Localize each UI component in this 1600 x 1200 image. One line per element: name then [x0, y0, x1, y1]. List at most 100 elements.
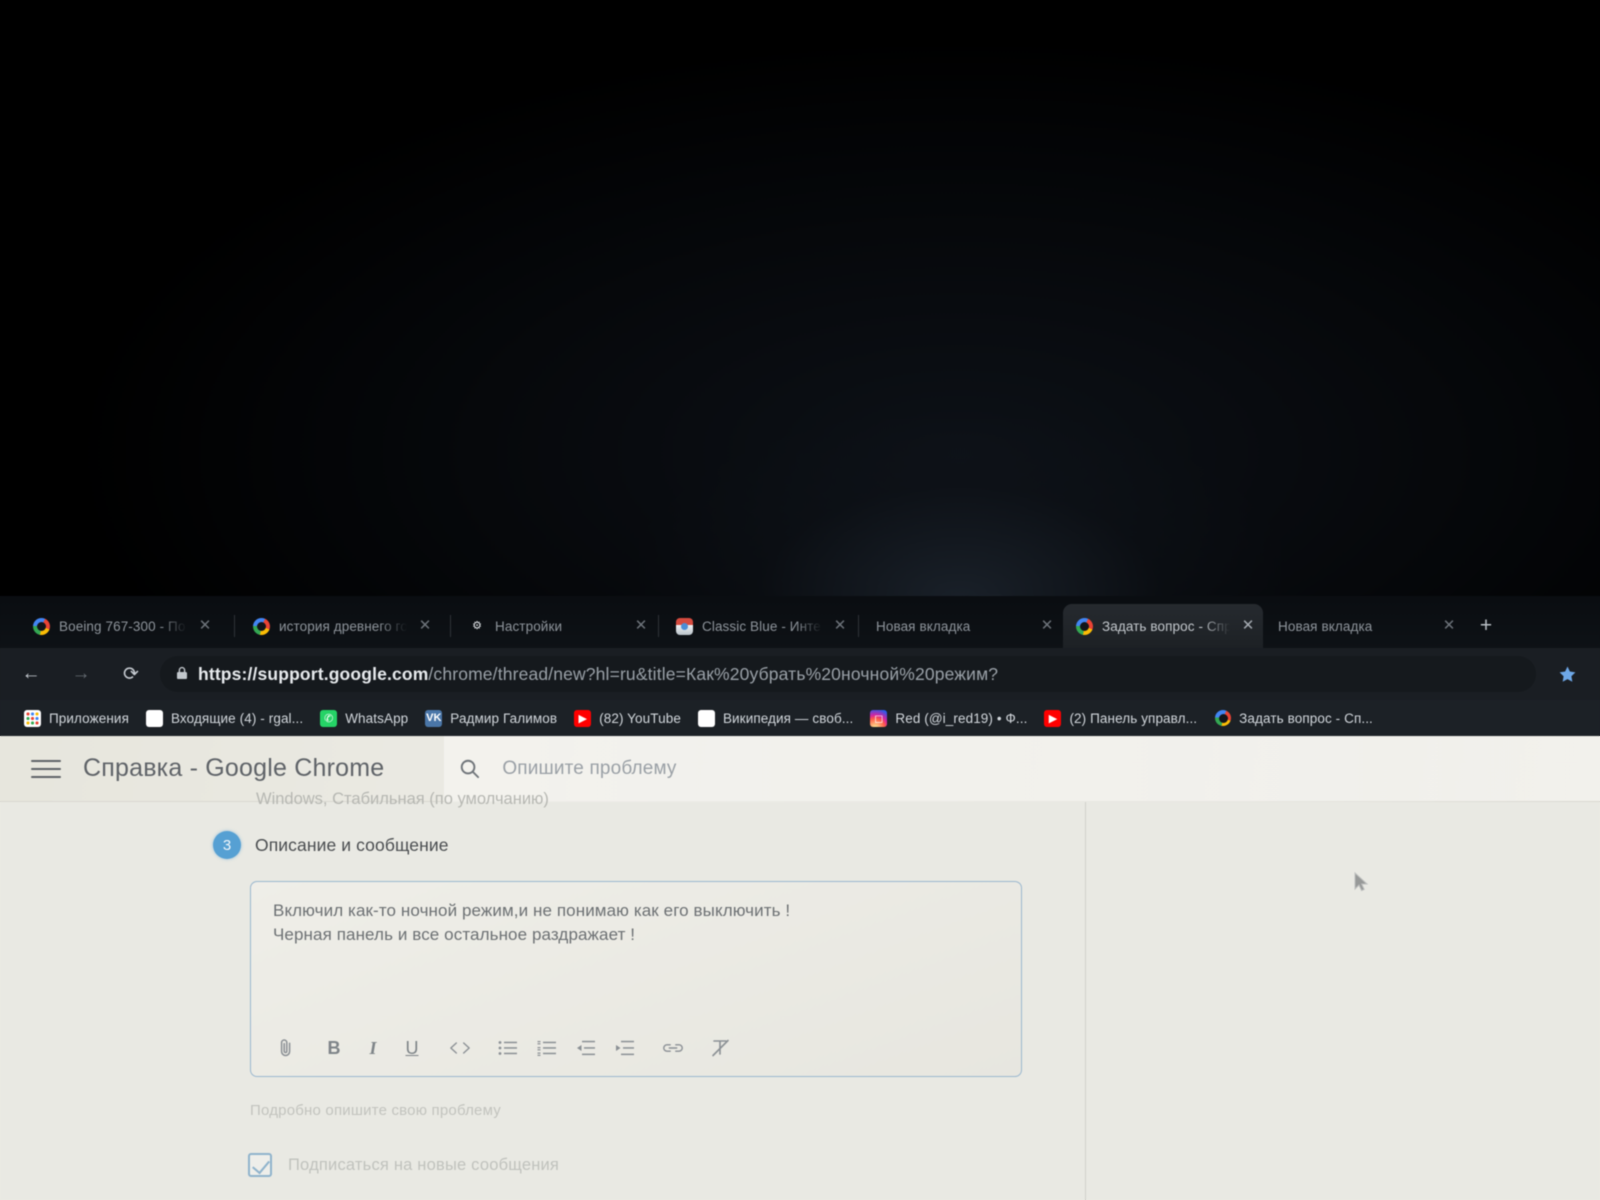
attach-icon[interactable] [271, 1033, 301, 1063]
browser-tab-7[interactable]: Новая вкладка ✕ [1266, 604, 1464, 648]
google-icon [252, 617, 270, 635]
tab-close-button[interactable]: ✕ [1038, 617, 1056, 635]
bookmark-label: Википедия — своб... [722, 710, 854, 726]
tab-strip: Boeing 767-300 - Пои ✕ история древнего … [0, 596, 1600, 648]
content-divider [1085, 802, 1086, 1200]
subscribe-checkbox[interactable] [248, 1153, 272, 1177]
tab-close-button[interactable]: ✕ [416, 617, 434, 635]
step-title: Описание и сообщение [255, 834, 449, 855]
browser-tab-1[interactable]: Boeing 767-300 - Пои ✕ [20, 604, 220, 648]
tab-title: Classic Blue - Интерне [702, 618, 822, 634]
subscribe-row[interactable]: Подписаться на новые сообщения [248, 1153, 559, 1177]
gear-icon: ⚙ [472, 619, 482, 632]
vk-icon: VK [425, 709, 443, 727]
wikipedia-icon: W [697, 709, 715, 727]
italic-icon[interactable]: I [358, 1033, 388, 1063]
underline-icon[interactable]: U [397, 1033, 427, 1063]
help-search-field[interactable]: Опишите проблему [444, 736, 1600, 802]
bookmark-label: Радмир Галимов [450, 710, 558, 726]
tab-separator [858, 615, 859, 637]
clear-formatting-icon[interactable] [706, 1033, 736, 1063]
tab-separator [234, 615, 235, 637]
tab-title: Boeing 767-300 - Пои [59, 618, 187, 634]
bold-icon[interactable]: B [319, 1033, 349, 1063]
bookmark-label: WhatsApp [345, 710, 409, 726]
google-icon [32, 617, 50, 635]
tab-title: история древнего гор [279, 618, 407, 634]
url-host-name: support.google.com [257, 663, 429, 684]
apps-grid-icon [24, 709, 41, 727]
message-text[interactable]: Включил как-то ночной режим,и не понимаю… [273, 899, 993, 947]
search-icon [458, 757, 482, 781]
address-bar[interactable]: https://support.google.com/chrome/thread… [160, 656, 1536, 692]
instagram-icon: ◻ [870, 709, 888, 727]
tab-close-button[interactable]: ✕ [1239, 617, 1257, 635]
bookmark-item-whatsapp[interactable]: ✆ WhatsApp [314, 704, 419, 732]
bulleted-list-icon[interactable] [493, 1033, 523, 1063]
numbered-list-icon[interactable] [532, 1033, 562, 1063]
bookmark-item-youtube[interactable]: ▶ (82) YouTube [568, 704, 692, 732]
bookmarks-bar: Приложения M Входящие (4) - rgal... ✆ Wh… [0, 700, 1600, 736]
code-icon[interactable] [445, 1033, 475, 1063]
bookmark-item-instagram[interactable]: ◻ Red (@i_red19) • Ф... [864, 704, 1038, 732]
tab-title: Настройки [495, 618, 563, 634]
new-tab-button[interactable]: + [1474, 615, 1498, 639]
bookmark-label: Задать вопрос - Сп... [1239, 710, 1373, 726]
bookmark-item-vk[interactable]: VK Радмир Галимов [419, 704, 568, 732]
step-number-badge: 3 [213, 831, 241, 859]
bookmark-item-gmail[interactable]: M Входящие (4) - rgal... [140, 704, 314, 732]
bookmark-item-wikipedia[interactable]: W Википедия — своб... [692, 704, 864, 732]
bookmark-label: (82) YouTube [599, 710, 681, 726]
tab-close-button[interactable]: ✕ [831, 617, 849, 635]
indent-icon[interactable] [610, 1033, 640, 1063]
outdent-icon[interactable] [571, 1033, 601, 1063]
dark-screen-area [0, 0, 1600, 604]
browser-tab-4[interactable]: Classic Blue - Интерне ✕ [663, 604, 855, 648]
bookmark-label: (2) Панель управл... [1069, 710, 1198, 726]
youtube-icon: ▶ [1044, 709, 1062, 727]
tab-separator [450, 615, 451, 637]
bookmark-item-panel[interactable]: ▶ (2) Панель управл... [1038, 704, 1208, 732]
url-host: https:// [198, 663, 258, 684]
tab-close-button[interactable]: ✕ [1440, 617, 1458, 635]
url-text: https://support.google.com/chrome/thread… [198, 664, 998, 685]
tab-close-button[interactable]: ✕ [196, 617, 214, 635]
tab-title: Новая вкладка [1278, 618, 1373, 634]
url-path: /chrome/thread/new?hl=ru&title=Как%20убр… [428, 663, 999, 684]
message-editor[interactable]: Включил как-то ночной режим,и не понимаю… [250, 881, 1022, 1077]
reload-button[interactable]: ⟳ [112, 655, 150, 693]
chrome-theme-icon [675, 617, 693, 635]
browser-tab-6-active[interactable]: Задать вопрос - Спра ✕ [1063, 604, 1263, 648]
bookmark-label: Входящие (4) - rgal... [170, 710, 304, 726]
previous-step-value: Windows, Стабильная (по умолчанию) [256, 790, 549, 808]
monitor-photo: Boeing 767-300 - Пои ✕ история древнего … [0, 0, 1600, 1200]
step-3-header: 3 Описание и сообщение [213, 831, 449, 859]
tab-title: Новая вкладка [876, 618, 971, 634]
google-icon [1214, 710, 1231, 727]
link-icon[interactable] [658, 1033, 688, 1063]
editor-hint: Подробно опишите свою проблему [250, 1102, 501, 1119]
lock-icon [176, 666, 188, 682]
editor-toolbar: B I U [271, 1032, 736, 1064]
tab-close-button[interactable]: ✕ [632, 617, 650, 635]
browser-tab-2[interactable]: история древнего гор ✕ [240, 604, 440, 648]
youtube-icon: ▶ [574, 709, 592, 727]
google-icon [1075, 617, 1093, 635]
bookmark-item-ask-question[interactable]: Задать вопрос - Сп... [1208, 704, 1384, 732]
back-button[interactable]: ← [12, 655, 50, 693]
help-center-header: Справка - Google Chrome Опишите проблему [0, 736, 1600, 802]
bookmark-star-icon[interactable] [1550, 657, 1584, 691]
forward-button[interactable]: → [62, 655, 100, 693]
page-title: Справка - Google Chrome [83, 754, 385, 782]
browser-toolbar: ← → ⟳ https://support.google.com/chrome/… [0, 648, 1600, 700]
tab-separator [658, 615, 659, 637]
bookmark-label: Приложения [49, 710, 129, 726]
browser-tab-5[interactable]: Новая вкладка ✕ [864, 604, 1062, 648]
browser-tab-3[interactable]: ⚙ Настройки ✕ [456, 604, 656, 648]
bookmark-label: Red (@i_red19) • Ф... [895, 710, 1028, 726]
bookmark-item-apps[interactable]: Приложения [18, 704, 140, 732]
gmail-icon: M [145, 709, 163, 727]
search-placeholder: Опишите проблему [502, 757, 677, 779]
whatsapp-icon: ✆ [320, 709, 338, 727]
menu-icon[interactable] [31, 758, 61, 780]
